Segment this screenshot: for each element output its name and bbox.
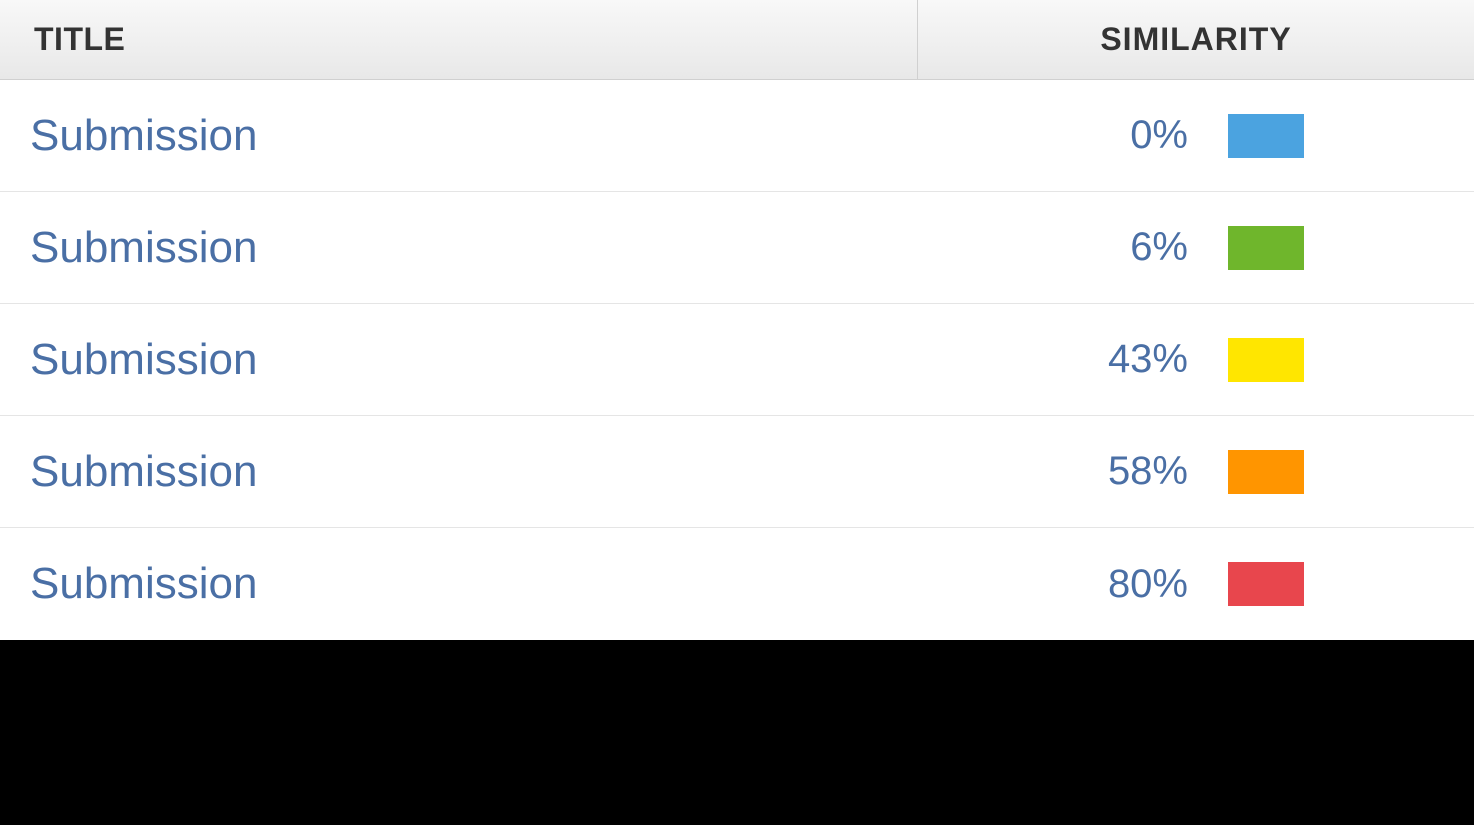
- submission-title[interactable]: Submission: [0, 447, 918, 497]
- table-row[interactable]: Submission 80%: [0, 528, 1474, 640]
- similarity-percent: 58%: [1088, 449, 1188, 494]
- submission-title[interactable]: Submission: [0, 111, 918, 161]
- similarity-cell[interactable]: 0%: [918, 113, 1474, 158]
- similarity-swatch-icon: [1228, 226, 1304, 270]
- similarity-swatch-icon: [1228, 562, 1304, 606]
- similarity-percent: 43%: [1088, 337, 1188, 382]
- submissions-table: TITLE SIMILARITY Submission 0% Submissio…: [0, 0, 1474, 640]
- similarity-cell[interactable]: 58%: [918, 449, 1474, 494]
- similarity-percent: 6%: [1088, 225, 1188, 270]
- similarity-percent: 80%: [1088, 562, 1188, 607]
- table-row[interactable]: Submission 0%: [0, 80, 1474, 192]
- submission-title[interactable]: Submission: [0, 335, 918, 385]
- similarity-swatch-icon: [1228, 114, 1304, 158]
- similarity-cell[interactable]: 43%: [918, 337, 1474, 382]
- table-row[interactable]: Submission 43%: [0, 304, 1474, 416]
- table-row[interactable]: Submission 58%: [0, 416, 1474, 528]
- similarity-swatch-icon: [1228, 338, 1304, 382]
- table-row[interactable]: Submission 6%: [0, 192, 1474, 304]
- header-similarity-column[interactable]: SIMILARITY: [918, 0, 1474, 79]
- submission-title[interactable]: Submission: [0, 559, 918, 609]
- submission-title[interactable]: Submission: [0, 223, 918, 273]
- similarity-swatch-icon: [1228, 450, 1304, 494]
- black-bar: [0, 640, 1474, 825]
- header-title-column[interactable]: TITLE: [0, 0, 918, 79]
- similarity-cell[interactable]: 80%: [918, 562, 1474, 607]
- similarity-cell[interactable]: 6%: [918, 225, 1474, 270]
- similarity-percent: 0%: [1088, 113, 1188, 158]
- table-header: TITLE SIMILARITY: [0, 0, 1474, 80]
